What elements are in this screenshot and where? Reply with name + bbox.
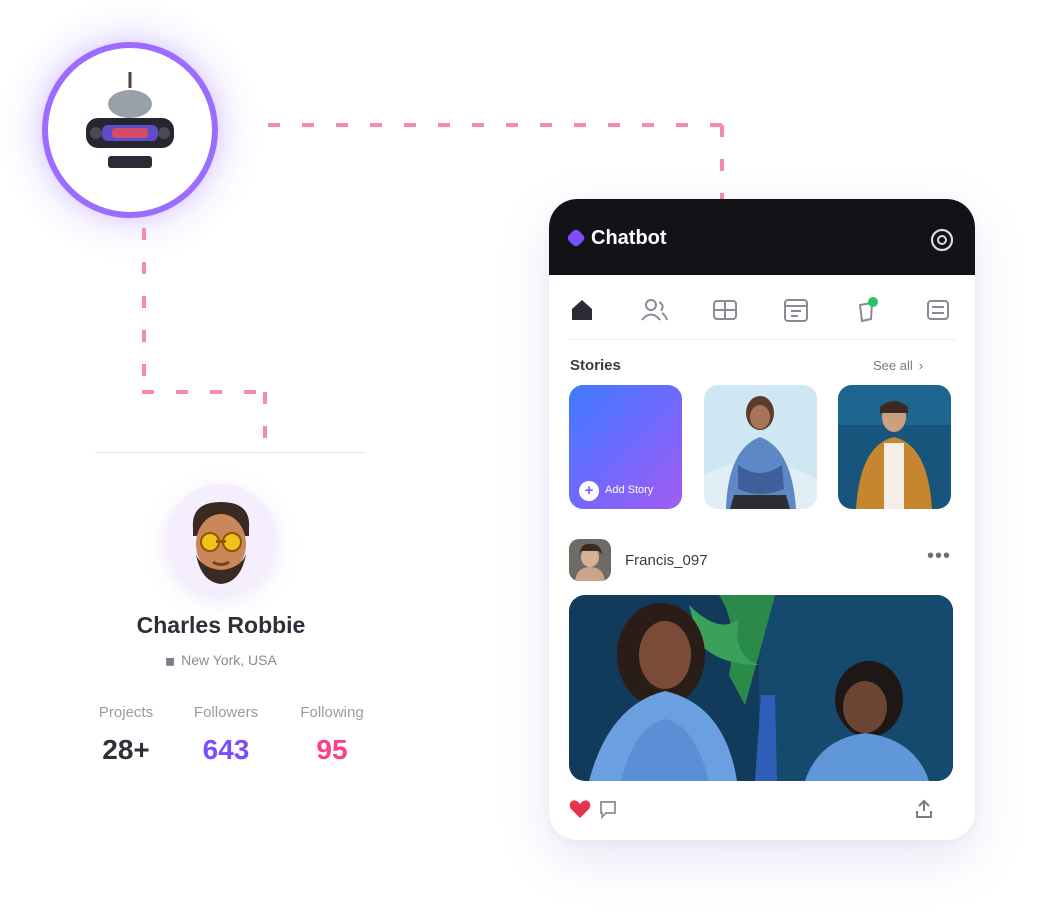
- story-thumbnail[interactable]: [704, 385, 817, 509]
- stat-value-following: 95: [316, 734, 348, 765]
- stat-label-projects: Projects: [98, 704, 154, 721]
- home-icon[interactable]: [567, 295, 597, 325]
- see-all-link[interactable]: See all ›: [873, 358, 923, 373]
- tab-divider: [569, 339, 955, 340]
- settings-icon[interactable]: [929, 227, 955, 253]
- post-author-avatar[interactable]: [569, 539, 611, 581]
- profile-name: Charles Robbie: [136, 612, 306, 638]
- tab-bar: [549, 295, 975, 331]
- post-image[interactable]: [569, 595, 953, 781]
- connector-left: [142, 228, 146, 396]
- brand-logo-icon: [566, 228, 586, 248]
- stat-value-followers: 643: [202, 734, 250, 765]
- stat-label-followers: Followers: [193, 704, 259, 721]
- app-header: Chatbot: [549, 199, 975, 275]
- post-username[interactable]: Francis_097: [625, 552, 708, 569]
- story-thumbnail[interactable]: [838, 385, 951, 509]
- phone-frame: Chatbot Stories See all › + Add Story Fr…: [549, 199, 975, 840]
- brand-name: Chatbot: [591, 227, 667, 249]
- stat-label-following: Following: [300, 704, 364, 721]
- stat-value-projects: 28+: [102, 734, 150, 765]
- connector-down: [263, 392, 267, 458]
- users-icon[interactable]: [639, 295, 669, 325]
- stories-title: Stories: [570, 357, 621, 374]
- plus-icon: +: [579, 481, 599, 501]
- connector-mid: [142, 390, 270, 394]
- connector-top: [268, 123, 730, 127]
- location-text: New York, USA: [181, 652, 277, 668]
- avatar[interactable]: [183, 498, 259, 586]
- calendar-icon[interactable]: [781, 295, 811, 325]
- chevron-right-icon: ›: [918, 358, 924, 373]
- notification-icon[interactable]: [852, 295, 882, 325]
- comment-icon[interactable]: [597, 799, 619, 819]
- heart-icon[interactable]: [569, 799, 591, 819]
- add-story-label: Add Story: [605, 484, 654, 496]
- profile-location: ◼ New York, USA: [80, 652, 362, 668]
- menu-icon[interactable]: [923, 295, 953, 325]
- org-emblem-icon: [86, 72, 174, 168]
- grid-icon[interactable]: [710, 295, 740, 325]
- canvas: Charles Robbie ◼ New York, USA Projects F…: [0, 0, 1042, 913]
- see-all-label: See all: [873, 358, 913, 373]
- more-options-icon[interactable]: •••: [927, 545, 951, 568]
- share-icon[interactable]: [913, 799, 935, 819]
- add-story-card[interactable]: + Add Story: [569, 385, 682, 509]
- location-pin-icon: ◼: [165, 654, 176, 668]
- profile-divider: [95, 452, 365, 453]
